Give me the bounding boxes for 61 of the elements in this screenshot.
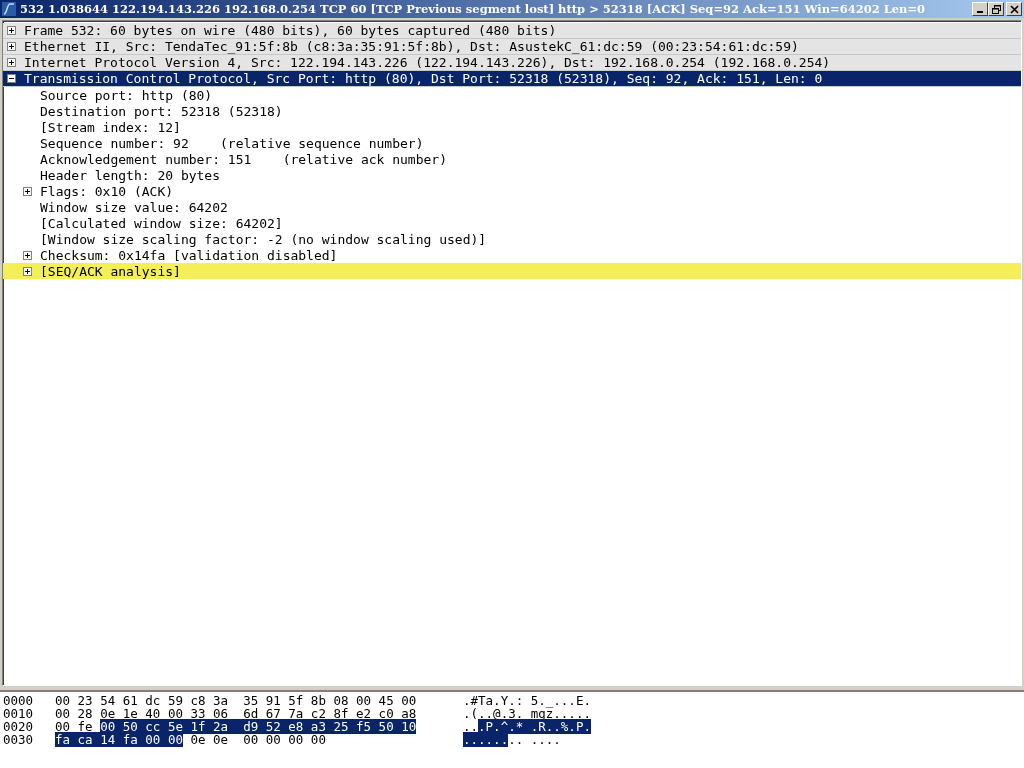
tree-row[interactable]: [Window size scaling factor: -2 (no window scaling used)] xyxy=(3,231,1021,247)
tree-row[interactable]: Destination port: 52318 (52318) xyxy=(3,103,1021,119)
hex-bytes: 00 28 0e 1e 40 00 33 06 6d 67 7a c2 8f e2 c0 a8 xyxy=(55,706,417,721)
tree-row[interactable]: Acknowledgement number: 151 (relative ack number) xyxy=(3,151,1021,167)
tree-label: Source port: http (80) xyxy=(40,87,213,103)
fin-icon xyxy=(2,2,16,16)
tree-label: Acknowledgement number: 151 (relative ack number) xyxy=(40,151,447,167)
tree-label: [Stream index: 12] xyxy=(40,119,181,135)
close-button[interactable] xyxy=(1006,2,1022,16)
ascii-text: ...... xyxy=(463,732,509,747)
tree-label: Header length: 20 bytes xyxy=(40,167,220,183)
collapse-icon[interactable] xyxy=(7,74,16,83)
tree-row[interactable]: [SEQ/ACK analysis] xyxy=(3,263,1021,279)
tree-row[interactable]: Source port: http (80) xyxy=(3,87,1021,103)
hex-offset: 0000 xyxy=(2,694,35,707)
tree-row[interactable]: Ethernet II, Src: TendaTec_91:5f:8b (c8:3a:35:91:5f:8b), Dst: AsustekC_61:dc:59 (00:23:54:61:dc:59) xyxy=(3,39,1021,55)
tree-label: Flags: 0x10 (ACK) xyxy=(40,183,174,199)
expand-icon[interactable] xyxy=(7,58,16,67)
tree-row[interactable]: Window size value: 64202 xyxy=(3,199,1021,215)
hex-offset: 0030 xyxy=(2,733,35,746)
restore-button[interactable] xyxy=(988,2,1004,16)
tree-label: [SEQ/ACK analysis] xyxy=(40,263,181,279)
expand-icon[interactable] xyxy=(7,42,16,51)
hex-offset: 0010 xyxy=(2,707,35,720)
expand-icon[interactable] xyxy=(23,186,32,196)
tree-label: Ethernet II, Src: TendaTec_91:5f:8b (c8:3a:35:91:5f:8b), Dst: AsustekC_61:dc:59 (00:23:54:61:dc:59) xyxy=(24,39,799,54)
tree-row[interactable]: [Stream index: 12] xyxy=(3,119,1021,135)
hex-bytes: 00 50 cc 5e 1f 2a d9 52 e8 a3 25 f5 50 10 xyxy=(100,719,417,734)
tree-label: Internet Protocol Version 4, Src: 122.194.143.226 (122.194.143.226), Dst: 192.168.0.254 (192.168.0.254) xyxy=(24,55,831,70)
tree-label: Frame 532: 60 bytes on wire (480 bits), 60 bytes captured (480 bits) xyxy=(24,23,557,38)
hex-bytes: 0e 0e 00 00 00 00 xyxy=(189,732,326,747)
window-title: 532 1.038644 122.194.143.226 192.168.0.254 TCP 60 [TCP Previous segment lost] http > 52318 [ACK] Seq=92 Ack=151 Win=64202 Len=0 xyxy=(20,2,927,16)
tree-label: [Window size scaling factor: -2 (no window scaling used)] xyxy=(40,231,487,247)
expand-icon[interactable] xyxy=(23,250,32,260)
ascii-text: .. xyxy=(463,719,479,734)
hex-bytes: 00 fe xyxy=(55,719,94,734)
expand-icon[interactable] xyxy=(7,26,16,35)
hex-offset: 0020 xyxy=(2,720,35,733)
tree-row[interactable]: Frame 532: 60 bytes on wire (480 bits), 60 bytes captured (480 bits) xyxy=(3,23,1021,39)
hex-bytes: fa ca 14 fa 00 00 xyxy=(55,732,183,747)
tree-row[interactable]: Internet Protocol Version 4, Src: 122.194.143.226 (122.194.143.226), Dst: 192.168.0.254 (192.168.0.254) xyxy=(3,55,1021,71)
tree-label: Transmission Control Protocol, Src Port: http (80), Dst Port: 52318 (52318), Seq: 92, Ack: 151, Len: 0 xyxy=(24,71,823,86)
tree-row[interactable]: Header length: 20 bytes xyxy=(3,167,1021,183)
ascii-text: .#Ta.Y.: 5._...E. xyxy=(463,693,591,708)
tree-row[interactable]: Sequence number: 92 (relative sequence number) xyxy=(3,135,1021,151)
tree-label: Window size value: 64202 xyxy=(40,199,228,215)
ascii-text: .. .... xyxy=(508,732,561,747)
tree-label: Sequence number: 92 (relative sequence number) xyxy=(40,135,424,151)
hex-bytes: 00 23 54 61 dc 59 c8 3a 35 91 5f 8b 08 00 45 00 xyxy=(55,693,417,708)
tree-row[interactable]: [Calculated window size: 64202] xyxy=(3,215,1021,231)
minimize-button[interactable] xyxy=(972,2,988,16)
tree-row[interactable]: Flags: 0x10 (ACK) xyxy=(3,183,1021,199)
tree-label: Checksum: 0x14fa [validation disabled] xyxy=(40,247,338,263)
tree-row[interactable]: Transmission Control Protocol, Src Port: http (80), Dst Port: 52318 (52318), Seq: 92, Ack: 151, Len: 0 xyxy=(3,71,1021,87)
tree-label: Destination port: 52318 (52318) xyxy=(40,103,283,119)
tree-row[interactable]: Checksum: 0x14fa [validation disabled] xyxy=(3,247,1021,263)
expand-icon[interactable] xyxy=(23,266,32,276)
restore-icon xyxy=(991,4,1001,14)
tree-label: [Calculated window size: 64202] xyxy=(40,215,283,231)
ascii-text: .P.^.* .R..%.P. xyxy=(478,719,591,734)
close-icon xyxy=(1009,4,1019,14)
